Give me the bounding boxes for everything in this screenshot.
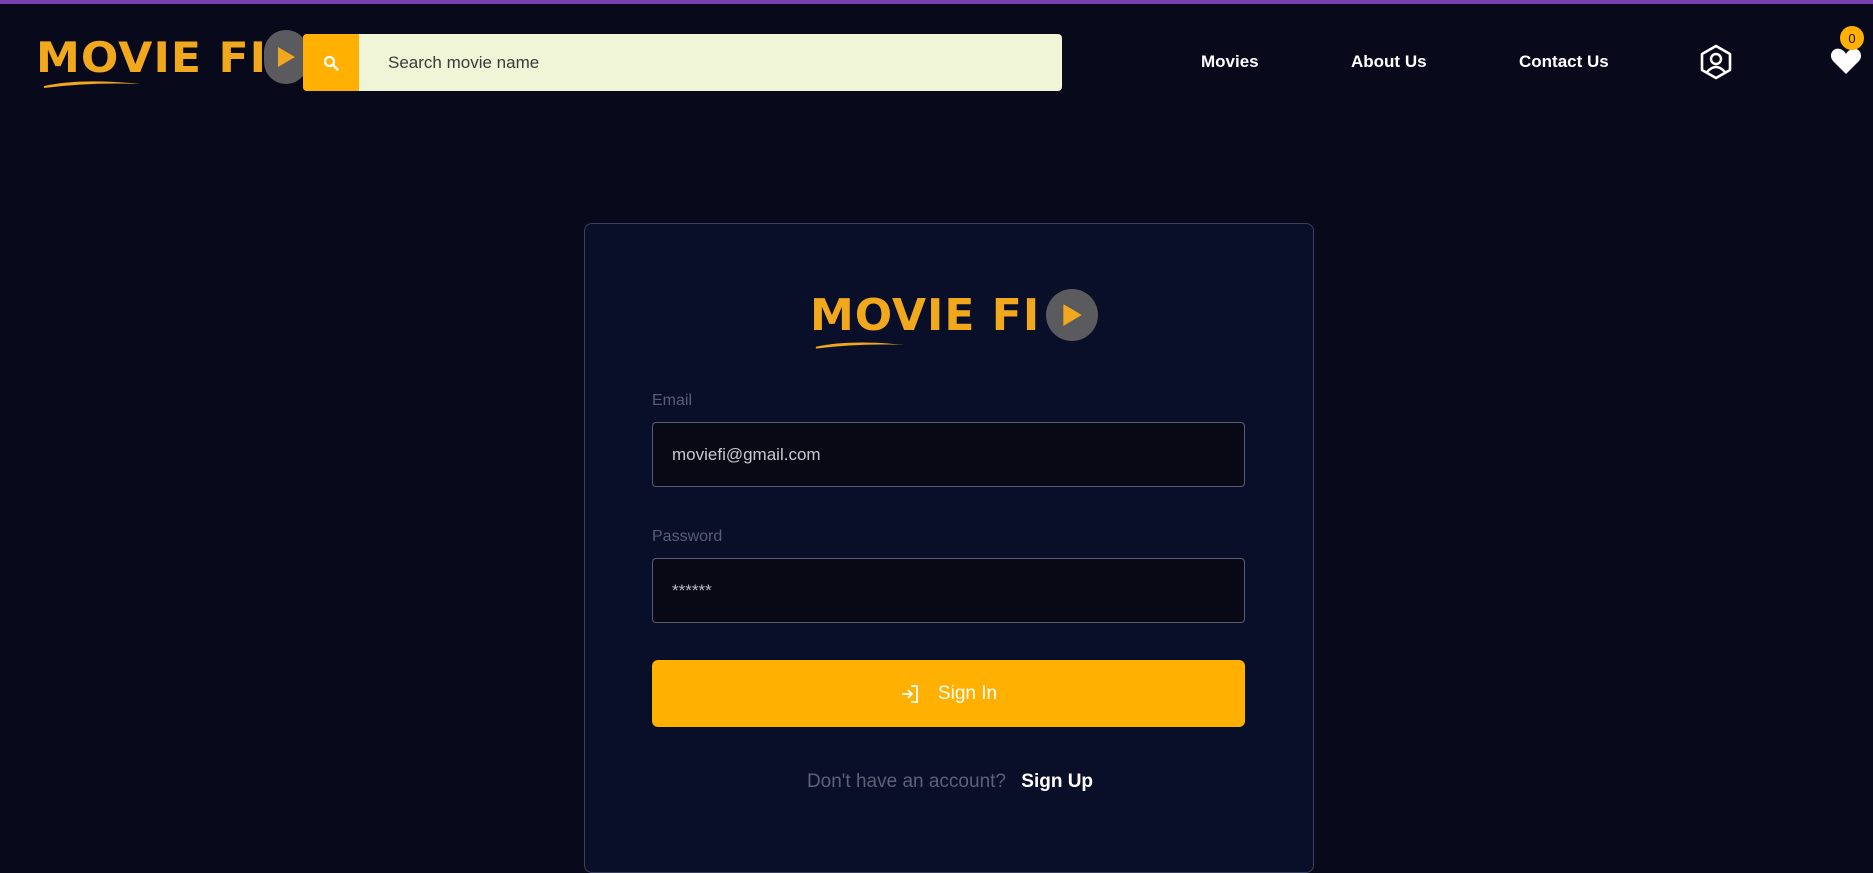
signup-row: Don't have an account? Sign Up [585,771,1315,793]
signup-prompt: Don't have an account? [806,771,1006,792]
sign-in-icon [901,684,918,703]
nav-movies[interactable]: Movies [1201,52,1259,72]
logo-swoosh-icon [44,81,140,88]
logo-swoosh-icon [815,342,905,349]
sign-in-button[interactable]: Sign In [652,660,1245,727]
card-logo-text: MOVIE FI [810,289,1041,341]
wishlist-count-badge: 0 [1840,26,1864,50]
sign-in-label: Sign In [937,682,998,704]
site-logo[interactable]: MOVIE FI [36,30,309,88]
password-label: Password [652,528,723,545]
heart-icon[interactable] [1830,46,1862,76]
play-icon [264,30,309,84]
top-accent-bar [0,0,1873,4]
email-field[interactable] [652,422,1245,487]
nav-contact-us[interactable]: Contact Us [1519,52,1609,72]
sign-up-link[interactable]: Sign Up [1021,771,1093,792]
search-icon [323,55,339,71]
login-card: MOVIE FI Email Password Sign In Don't ha… [584,223,1314,873]
play-icon [1046,289,1099,341]
search-input[interactable] [388,52,988,73]
nav-about-us[interactable]: About Us [1351,52,1427,72]
password-field[interactable] [652,558,1245,623]
search-button[interactable] [303,34,359,91]
search-bar [303,34,1062,91]
logo-text: MOVIE FI [36,32,268,82]
email-label: Email [652,392,693,409]
user-icon[interactable] [1698,44,1734,80]
card-logo: MOVIE FI [810,289,1099,349]
